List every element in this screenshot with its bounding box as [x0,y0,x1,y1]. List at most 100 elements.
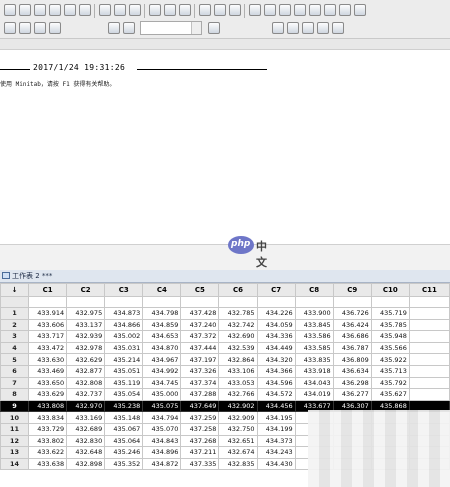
data-cell[interactable]: 433.137 [66,318,106,332]
data-cell[interactable]: 434.866 [104,318,144,332]
data-cell[interactable]: 432.766 [218,388,258,401]
data-cell[interactable]: 432.898 [66,457,106,471]
plus-icon[interactable] [272,22,284,34]
column-header[interactable]: C10 [370,283,410,297]
data-cell[interactable]: 436.726 [332,307,372,320]
data-cell[interactable]: 435.075 [142,399,182,413]
data-cell[interactable]: 434.745 [142,376,182,390]
data-cell[interactable]: 432.629 [66,353,106,366]
data-cell[interactable]: 434.243 [256,446,296,459]
column-name-cell[interactable] [332,296,372,308]
data-cell[interactable]: 434.430 [256,457,296,471]
data-cell[interactable]: 437.372 [180,330,220,343]
data-cell[interactable]: 435.064 [104,434,144,448]
row-number[interactable]: 8 [0,388,30,401]
data-cell[interactable]: 432.808 [66,376,106,390]
data-cell[interactable]: 433.622 [28,446,68,459]
data-cell[interactable]: 433.914 [28,307,68,320]
data-cell[interactable]: 437.428 [180,307,220,320]
data-cell[interactable]: 436.298 [332,376,372,390]
data-cell[interactable]: 434.019 [294,388,334,401]
data-cell[interactable]: 434.373 [256,434,296,448]
info-icon[interactable] [229,4,241,16]
data-cell[interactable]: 434.195 [256,411,296,424]
data-cell[interactable] [408,353,450,366]
data-cell[interactable]: 433.606 [28,318,68,332]
tile-icon[interactable] [354,4,366,16]
column-header[interactable]: C7 [256,283,296,297]
data-cell[interactable]: 434.859 [142,318,182,332]
data-cell[interactable]: 434.843 [142,434,182,448]
data-cell[interactable]: 433.808 [28,399,68,413]
column-header[interactable]: C11 [408,283,450,297]
worksheet-icon[interactable] [279,4,291,16]
column-name-cell[interactable] [408,296,450,308]
data-cell[interactable]: 433.834 [28,411,68,424]
data-cell[interactable]: 434.336 [256,330,296,343]
brush-icon[interactable] [34,22,46,34]
plus-icon[interactable] [287,22,299,34]
data-cell[interactable] [408,318,450,332]
cross-icon[interactable] [208,22,220,34]
data-cell[interactable]: 433.802 [28,434,68,448]
arrow-up-icon[interactable] [108,22,120,34]
window-icon[interactable] [324,4,336,16]
plus-icon[interactable] [317,22,329,34]
data-cell[interactable]: 434.967 [142,353,182,366]
data-cell[interactable]: 433.900 [294,307,334,320]
data-cell[interactable]: 432.539 [218,341,258,355]
data-cell[interactable]: 434.992 [142,364,182,378]
cancel-icon[interactable] [149,4,161,16]
data-cell[interactable]: 435.246 [104,446,144,459]
paste-icon[interactable] [99,4,111,16]
data-cell[interactable]: 433.717 [28,330,68,343]
chevron-down-icon[interactable] [191,22,201,34]
data-cell[interactable]: 433.638 [28,457,68,471]
data-cell[interactable]: 433.586 [294,330,334,343]
project-icon[interactable] [294,4,306,16]
plus-icon[interactable] [332,22,344,34]
data-cell[interactable]: 437.258 [180,422,220,436]
data-cell[interactable]: 433.469 [28,364,68,378]
data-cell[interactable]: 432.877 [66,364,106,378]
data-cell[interactable] [408,388,450,401]
close-all-icon[interactable] [309,4,321,16]
column-header[interactable]: C5 [180,283,220,297]
print-icon[interactable] [49,4,61,16]
data-cell[interactable]: 436.787 [332,341,372,355]
table-row[interactable]: 8 433.629 432.737 435.054 435.000 437.288 432.… [0,388,450,401]
data-cell[interactable]: 432.690 [218,330,258,343]
insert-col-icon[interactable] [19,22,31,34]
data-cell[interactable]: 432.975 [66,307,106,320]
layout-icon[interactable] [339,4,351,16]
data-cell[interactable]: 435.070 [142,422,182,436]
data-cell[interactable]: 435.719 [370,307,410,320]
row-number[interactable]: 6 [0,364,30,378]
help-icon[interactable] [199,4,211,16]
row-number[interactable]: 1 [0,307,30,320]
data-cell[interactable]: 434.572 [256,388,296,401]
row-number[interactable]: 9 [0,399,30,413]
data-cell[interactable]: 435.067 [104,422,144,436]
data-cell[interactable]: 432.830 [66,434,106,448]
arrow-down-icon[interactable] [123,22,135,34]
row-number[interactable]: 14 [0,457,30,471]
data-cell[interactable]: 434.798 [142,307,182,320]
data-cell[interactable]: 432.835 [218,457,258,471]
row-number[interactable]: 13 [0,446,30,459]
data-cell[interactable]: 433.629 [28,388,68,401]
column-header[interactable]: C2 [66,283,106,297]
plus-icon[interactable] [302,22,314,34]
data-cell[interactable]: 434.596 [256,376,296,390]
data-cell[interactable]: 433.630 [28,353,68,366]
row-number[interactable]: 7 [0,376,30,390]
column-name-cell[interactable] [180,296,220,308]
data-cell[interactable]: 432.651 [218,434,258,448]
session-folder-icon[interactable] [249,4,261,16]
data-cell[interactable] [408,307,450,320]
data-cell[interactable]: 433.053 [218,376,258,390]
next-command-icon[interactable] [179,4,191,16]
row-number[interactable]: 4 [0,341,30,355]
data-cell[interactable]: 433.835 [294,353,334,366]
data-cell[interactable]: 436.686 [332,330,372,343]
